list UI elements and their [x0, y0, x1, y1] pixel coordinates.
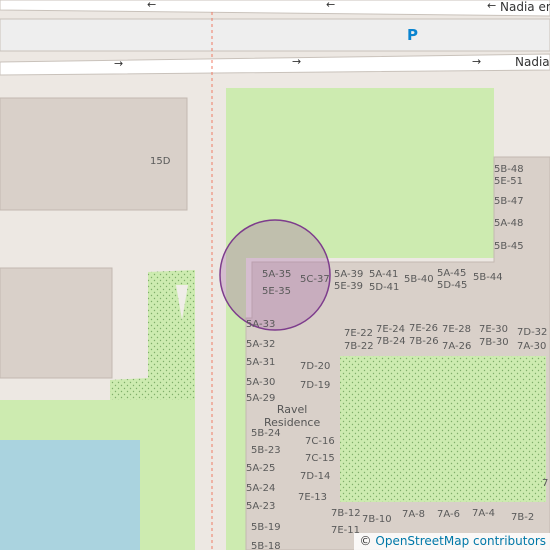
osm-contributors-link[interactable]: OpenStreetMap contributors [375, 534, 546, 548]
oneway-right-arrow-1: → [114, 57, 124, 70]
unit-label: 5B-24 [251, 428, 281, 439]
unit-label: 5A-39 [334, 269, 364, 280]
unit-label: 7B-22 [344, 341, 374, 352]
unit-label: 7E-28 [442, 324, 472, 335]
unit-label: 5B-19 [251, 522, 281, 533]
road-second [0, 53, 550, 76]
unit-label: 7C-15 [305, 453, 335, 464]
unit-label: 7A-6 [437, 509, 460, 520]
unit-label: 7B-24 [376, 336, 406, 347]
place-name-line1: Ravel [276, 403, 308, 416]
unit-label: 7A-30 [517, 341, 547, 352]
unit-label: 7D-14 [300, 471, 331, 482]
unit-label: 5B-23 [251, 445, 281, 456]
unit-label: 5B-45 [494, 241, 524, 252]
unit-label: 7E-13 [298, 492, 328, 503]
place-name-ravel-residence: Ravel Residence [264, 403, 320, 429]
place-name-line2: Residence [264, 416, 321, 429]
oneway-left-arrow-3: ← [487, 0, 497, 12]
unit-label: 5A-33 [246, 319, 276, 330]
unit-label: 5B-18 [251, 541, 281, 550]
water-pond [0, 440, 140, 550]
park-strip [0, 400, 195, 440]
road-label-top: Nadia en [500, 0, 550, 14]
unit-label: 7E-26 [409, 323, 439, 334]
map-attribution: © OpenStreetMap contributors [353, 533, 550, 550]
unit-label: 7E-30 [479, 324, 509, 335]
unit-label: 7E-22 [344, 328, 374, 339]
unit-label: 7B-10 [362, 514, 392, 525]
parking-area [0, 18, 550, 52]
unit-label: 5D-41 [369, 282, 400, 293]
building-label-15d: 15D [150, 156, 171, 167]
building-15d [0, 97, 188, 211]
unit-label: 7A-26 [442, 341, 472, 352]
building-left-lower [0, 267, 113, 379]
unit-label: 7B-26 [409, 336, 439, 347]
copyright-symbol: © [359, 534, 372, 548]
unit-label: 5A-23 [246, 501, 276, 512]
oneway-right-arrow-2: → [292, 55, 302, 68]
unit-label: 7B-2 [511, 512, 535, 523]
unit-label: 5A-24 [246, 483, 276, 494]
unit-label: 7B-12 [331, 508, 361, 519]
unit-label: 5B-48 [494, 164, 524, 175]
unit-label: 5B-47 [494, 196, 524, 207]
oneway-right-arrow-3: → [472, 55, 482, 68]
unit-label: 5A-31 [246, 357, 276, 368]
unit-label: 5C-37 [300, 274, 330, 285]
unit-label: 5A-30 [246, 377, 276, 388]
unit-label: 5B-40 [404, 274, 434, 285]
unit-label: 7A-8 [402, 509, 425, 520]
park-strip-lower [140, 440, 195, 550]
oneway-left-arrow-2: ← [326, 0, 336, 11]
unit-label: 5D-45 [437, 280, 468, 291]
oneway-left-arrow-1: ← [147, 0, 157, 11]
unit-label: 7B-30 [479, 337, 509, 348]
road-label-second: Nadia [515, 55, 550, 69]
unit-label: 5E-39 [334, 281, 364, 292]
unit-label: 5E-51 [494, 176, 524, 187]
road-top [0, 0, 550, 17]
unit-label: 5A-48 [494, 218, 524, 229]
park-courtyard [340, 356, 546, 502]
unit-label: 5E-35 [262, 286, 292, 297]
unit-label: 7D-20 [300, 361, 331, 372]
unit-label: 5A-35 [262, 269, 292, 280]
unit-label: 7 [542, 478, 549, 489]
parking-icon[interactable]: P [407, 26, 418, 44]
unit-label: 5A-32 [246, 339, 276, 350]
unit-label: 7C-16 [305, 436, 335, 447]
unit-label: 5A-45 [437, 268, 467, 279]
unit-label: 7E-24 [376, 324, 406, 335]
unit-label: 7D-19 [300, 380, 331, 391]
map-canvas[interactable]: Nadia en Nadia ← ← ← → → → P 15D 5B-48 5… [0, 0, 550, 550]
unit-label: 7A-4 [472, 508, 495, 519]
unit-label: 7D-32 [517, 327, 548, 338]
unit-label: 5A-41 [369, 269, 399, 280]
unit-label: 5A-25 [246, 463, 276, 474]
unit-label: 5B-44 [473, 272, 503, 283]
